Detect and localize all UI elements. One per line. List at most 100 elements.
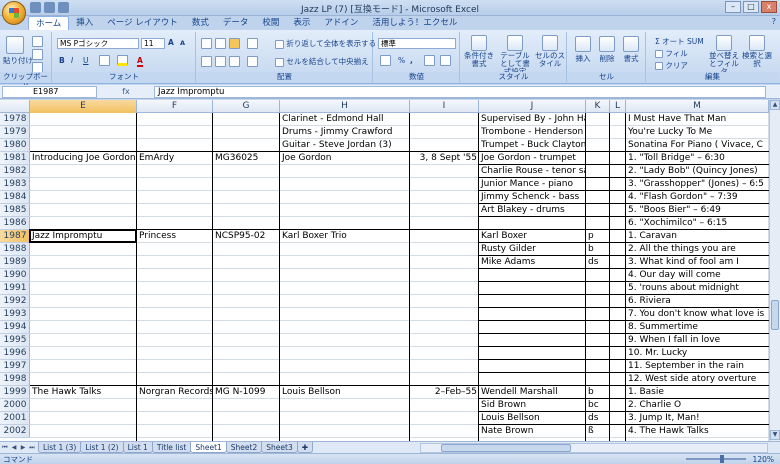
row-header-1992[interactable]: 1992 (0, 295, 30, 308)
close-button[interactable]: x (761, 1, 777, 13)
sheet-tab-sheet2[interactable]: Sheet2 (225, 442, 263, 453)
cell-m2000[interactable]: 2. Charlie O (626, 399, 769, 412)
sheet-tab-list1[interactable]: List 1 (122, 442, 153, 453)
cell-j1978[interactable]: Supervised By - John Hammond (479, 113, 586, 126)
row-header-1984[interactable]: 1984 (0, 191, 30, 204)
tab-data[interactable]: データ (216, 16, 256, 30)
cell-m1978[interactable]: I Must Have That Man (626, 113, 769, 126)
row-header-1979[interactable]: 1979 (0, 126, 30, 139)
cell-k1987[interactable]: p (586, 230, 610, 243)
horizontal-scroll-thumb[interactable] (441, 444, 571, 452)
cell-k2000[interactable]: bc (586, 399, 610, 412)
cell-m1984[interactable]: 4. "Flash Gordon" – 7:39 (626, 191, 769, 204)
cell-j1982[interactable]: Charlie Rouse - tenor saxophone (479, 165, 586, 178)
format-cells-button[interactable]: 書式 (620, 36, 642, 64)
align-bottom-icon[interactable] (229, 38, 240, 49)
row-header-2002[interactable]: 2002 (0, 425, 30, 438)
row-header-1978[interactable]: 1978 (0, 113, 30, 126)
row-header-1994[interactable]: 1994 (0, 321, 30, 334)
column-header-k[interactable]: K (586, 100, 610, 113)
font-name-select[interactable]: MS Pゴシック (57, 38, 139, 49)
cell-h1979[interactable]: Drums - Jimmy Crawford (280, 126, 410, 139)
cell-m1999[interactable]: 1. Basie (626, 386, 769, 399)
cell-k1989[interactable]: ds (586, 256, 610, 269)
scroll-up-icon[interactable]: ▲ (770, 100, 780, 110)
percent-button[interactable]: % (398, 56, 405, 65)
insert-cells-button[interactable]: 挿入 (572, 36, 594, 64)
row-header-1987[interactable]: 1987 (0, 230, 30, 243)
decrease-decimal-icon[interactable] (440, 55, 451, 66)
cell-i1999[interactable]: 2–Feb–55 (410, 386, 479, 399)
cell-m1994[interactable]: 8. Summertime (626, 321, 769, 334)
cell-g1981[interactable]: MG36025 (213, 152, 280, 165)
row-header-1981[interactable]: 1981 (0, 152, 30, 165)
autosum-button[interactable]: Σ オート SUM (655, 36, 704, 47)
conditional-format-button[interactable]: 条件付き書式 (463, 35, 495, 68)
row-header-1982[interactable]: 1982 (0, 165, 30, 178)
cell-m1986[interactable]: 6. "Xochimilco" – 6:15 (626, 217, 769, 230)
cell-m1990[interactable]: 4. Our day will come (626, 269, 769, 282)
italic-button[interactable]: I (71, 56, 73, 65)
cell-e1999[interactable]: The Hawk Talks (30, 386, 137, 399)
cell-j1983[interactable]: Junior Mance - piano (479, 178, 586, 191)
select-all-corner[interactable] (0, 100, 30, 113)
cell-m1987[interactable]: 1. Caravan (626, 230, 769, 243)
row-header-2000[interactable]: 2000 (0, 399, 30, 412)
tab-insert[interactable]: 挿入 (69, 16, 100, 30)
cell-m1996[interactable]: 10. Mr. Lucky (626, 347, 769, 360)
cell-m1998[interactable]: 12. West side atory overture (626, 373, 769, 386)
cell-i1981[interactable]: 3, 8 Sept '55 (410, 152, 479, 165)
cell-h1980[interactable]: Guitar - Steve Jordan (3) (280, 139, 410, 152)
cell-j2000[interactable]: Sid Brown (479, 399, 586, 412)
align-center-icon[interactable] (215, 56, 226, 67)
cell-m1982[interactable]: 2. "Lady Bob" (Quincy Jones) (626, 165, 769, 178)
cell-m1991[interactable]: 5. 'rouns about midnight (626, 282, 769, 295)
cell-j1979[interactable]: Trombone - Henderson Chambers (479, 126, 586, 139)
format-as-table-button[interactable]: テーブルとして書式設定 (497, 35, 533, 76)
cell-j2002[interactable]: Nate Brown (479, 425, 586, 438)
first-sheet-icon[interactable]: ⏮ (1, 443, 9, 452)
cell-h1978[interactable]: Clarinet - Edmond Hall (280, 113, 410, 126)
cell-f1987[interactable]: Princess (137, 230, 213, 243)
column-header-l[interactable]: L (610, 100, 626, 113)
cell-j1984[interactable]: Jimmy Schenck - bass (479, 191, 586, 204)
tab-view[interactable]: 表示 (286, 16, 317, 30)
paste-button[interactable]: 貼り付け (3, 36, 33, 66)
row-header-1991[interactable]: 1991 (0, 282, 30, 295)
cell-j1999[interactable]: Wendell Marshall (479, 386, 586, 399)
indent-icon[interactable] (247, 56, 258, 67)
cell-k1988[interactable]: b (586, 243, 610, 256)
shrink-font-button[interactable]: A (180, 39, 185, 47)
fill-button[interactable]: フィル (655, 48, 688, 59)
cell-m1992[interactable]: 6. Riviera (626, 295, 769, 308)
vertical-scrollbar[interactable]: ▲ ▼ (769, 100, 780, 441)
zoom-level[interactable]: 120% (753, 454, 774, 464)
cell-m1997[interactable]: 11. September in the rain (626, 360, 769, 373)
worksheet-grid[interactable]: EFGHIJKLM 1978 1979 1980 1981 1982 1983 1984 19… (0, 100, 769, 441)
row-header-1999[interactable]: 1999 (0, 386, 30, 399)
align-top-icon[interactable] (201, 38, 212, 49)
next-sheet-icon[interactable]: ▶ (19, 443, 27, 452)
column-header-e[interactable]: E (30, 100, 137, 113)
cell-m2001[interactable]: 3. Jump It, Man! (626, 412, 769, 425)
bold-button[interactable]: B (59, 56, 65, 65)
insert-sheet-icon[interactable]: ✚ (296, 442, 314, 453)
number-format-select[interactable]: 標準 (378, 38, 456, 49)
zoom-knob[interactable] (720, 455, 724, 463)
cell-g1987[interactable]: NCSP95-02 (213, 230, 280, 243)
currency-icon[interactable] (380, 55, 391, 66)
cell-h1987[interactable]: Karl Boxer Trio (280, 230, 410, 243)
column-header-m[interactable]: M (626, 100, 769, 113)
row-header-1996[interactable]: 1996 (0, 347, 30, 360)
align-middle-icon[interactable] (215, 38, 226, 49)
comma-button[interactable]: , (410, 56, 413, 65)
cell-m1979[interactable]: You're Lucky To Me (626, 126, 769, 139)
cell-styles-button[interactable]: セルのスタイル (535, 35, 565, 68)
clear-button[interactable]: クリア (655, 60, 688, 71)
fill-color-icon[interactable] (117, 55, 128, 66)
tab-review[interactable]: 校閲 (255, 16, 286, 30)
sheet-tab-list1-3[interactable]: List 1 (3) (38, 442, 82, 453)
cell-m1989[interactable]: 3. What kind of fool am I (626, 256, 769, 269)
cell-area[interactable]: Clarinet - Edmond Hall Supervised By - Jo… (29, 113, 769, 441)
office-button[interactable] (2, 1, 26, 25)
